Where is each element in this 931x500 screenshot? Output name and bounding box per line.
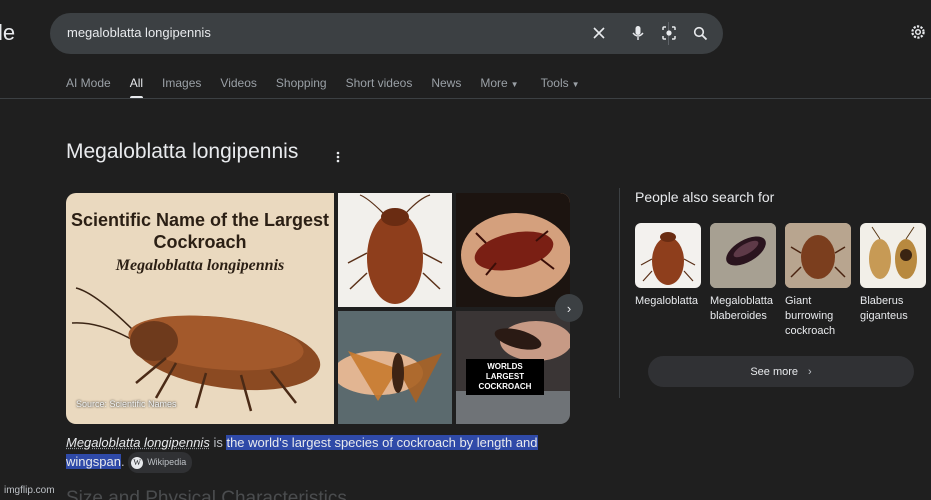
snippet-highlight: the world's largest species of cockroach… <box>226 435 538 450</box>
tab-tools[interactable]: Tools ▼ <box>541 76 580 98</box>
pasf-thumb <box>710 223 776 288</box>
search-bar[interactable]: megaloblatta longipennis <box>50 13 723 54</box>
pasf-label: Giant burrowing cockroach <box>785 295 836 337</box>
tab-short-videos[interactable]: Short videos <box>346 76 413 98</box>
tab-tools-label: Tools <box>540 76 569 90</box>
tab-all[interactable]: All <box>129 76 144 99</box>
main-image-source: Source: Scientific Names <box>76 399 177 409</box>
pasf-thumb <box>635 223 701 288</box>
snippet-term[interactable]: Megaloblatta longipennis <box>66 435 210 450</box>
caret-down-icon: ▼ <box>571 80 580 89</box>
snippet-highlight-end: wingspan <box>66 454 121 469</box>
mic-icon[interactable] <box>628 23 648 43</box>
gallery-tile-3[interactable] <box>338 311 452 424</box>
cockroach-illustration <box>71 287 321 412</box>
pasf-label: Megaloblatta blaberoides <box>710 295 773 322</box>
tab-videos[interactable]: Videos <box>220 76 256 98</box>
pasf-thumb <box>860 223 926 288</box>
tab-ai-mode[interactable]: AI Mode <box>66 76 111 98</box>
lens-icon[interactable] <box>659 23 679 43</box>
pasf-item-megaloblatta-blaberoides[interactable]: Megaloblatta blaberoides <box>710 223 776 324</box>
see-more-button[interactable]: See more › <box>648 356 914 387</box>
tab-images[interactable]: Images <box>162 76 201 98</box>
gallery-tile-tag: WORLDS LARGEST COCKROACH <box>466 359 544 395</box>
chevron-right-icon: › <box>808 365 812 378</box>
tab-shopping[interactable]: Shopping <box>276 76 327 98</box>
more-vert-icon[interactable] <box>336 150 340 168</box>
snippet-connector: is <box>213 435 223 450</box>
main-image[interactable]: Scientific Name of the Largest Cockroach… <box>66 193 334 424</box>
wikipedia-chip[interactable]: W Wikipedia <box>128 452 193 474</box>
gallery-next-button[interactable]: › <box>555 294 583 322</box>
pasf-item-megaloblatta[interactable]: Megaloblatta <box>635 223 701 309</box>
imgflip-watermark: imgflip.com <box>4 485 55 496</box>
gallery-tile-1[interactable] <box>338 193 452 307</box>
people-also-search-title: People also search for <box>635 189 775 205</box>
pasf-label: Blaberus giganteus <box>860 295 908 322</box>
clear-icon[interactable] <box>589 23 609 43</box>
search-input[interactable]: megaloblatta longipennis <box>67 25 211 40</box>
pasf-label: Megaloblatta <box>635 295 698 307</box>
chevron-right-icon: › <box>566 300 572 316</box>
tab-more-label: More <box>480 76 508 90</box>
pasf-item-blaberus-giganteus[interactable]: Blaberus giganteus <box>860 223 926 324</box>
wikipedia-chip-label: Wikipedia <box>147 457 187 468</box>
tab-news[interactable]: News <box>431 76 461 98</box>
tabs-divider <box>0 98 931 99</box>
tab-more[interactable]: More ▼ <box>480 76 518 98</box>
knowledge-panel-title: Megaloblatta longipennis <box>66 140 299 163</box>
settings-icon[interactable] <box>909 23 929 43</box>
google-logo-fragment[interactable]: le <box>0 20 15 46</box>
see-more-label: See more <box>750 365 799 378</box>
gallery-tile-2[interactable] <box>456 193 570 307</box>
description-snippet: Megaloblatta longipennis is the world's … <box>66 433 566 474</box>
caret-down-icon: ▼ <box>510 80 519 89</box>
pasf-thumb <box>785 223 851 288</box>
search-icon[interactable] <box>690 23 710 43</box>
pasf-item-giant-burrowing-cockroach[interactable]: Giant burrowing cockroach <box>785 223 851 339</box>
image-gallery: Scientific Name of the Largest Cockroach… <box>66 193 570 424</box>
wikipedia-icon: W <box>131 456 144 469</box>
snippet-period: . <box>120 454 125 469</box>
people-also-search-divider <box>619 188 620 398</box>
gallery-tile-4[interactable]: WORLDS LARGEST COCKROACH <box>456 311 570 424</box>
next-section-heading: Size and Physical Characteristics <box>66 488 347 500</box>
search-tabs: AI Mode All Images Videos Shopping Short… <box>66 76 599 99</box>
